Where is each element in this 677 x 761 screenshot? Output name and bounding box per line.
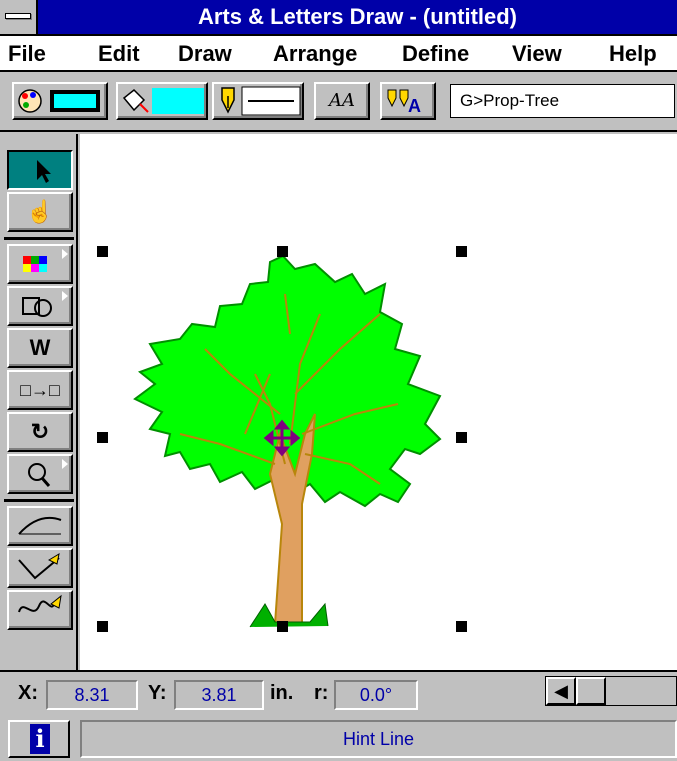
y-coordinate-field: 3.81 (174, 680, 264, 710)
menu-bar: File Edit Draw Arrange Define View Help (0, 36, 677, 72)
system-menu-button[interactable] (0, 0, 38, 34)
svg-text:A: A (408, 96, 421, 116)
fill-swatch (152, 88, 204, 114)
flyout-indicator (62, 459, 68, 469)
selection-handle[interactable] (456, 621, 467, 632)
type-style-button[interactable]: AA (314, 82, 370, 120)
x-coordinate-field: 8.31 (46, 680, 138, 710)
shapes-tool[interactable] (7, 286, 73, 326)
menu-define[interactable]: Define (402, 38, 469, 70)
toolbox-divider (4, 499, 74, 502)
rotation-field: 0.0° (334, 680, 418, 710)
pointer-tool[interactable] (7, 150, 73, 190)
bezier-curve-icon (9, 508, 71, 544)
symbol-name-field[interactable]: G>Prop-Tree (450, 84, 675, 118)
selection-handle[interactable] (97, 621, 108, 632)
drawing-canvas[interactable] (80, 134, 677, 670)
selection-handle[interactable] (97, 432, 108, 443)
scroll-left-arrow-icon[interactable]: ◀ (546, 677, 576, 705)
text-w-icon: W (29, 335, 51, 360)
arrow-pointer-icon (9, 152, 71, 188)
x-label: X: (18, 682, 38, 704)
menu-edit[interactable]: Edit (98, 38, 140, 70)
tree-clip-art[interactable] (80, 134, 677, 670)
menu-view[interactable]: View (512, 38, 562, 70)
window-title: Arts & Letters Draw - (untitled) (197, 4, 518, 29)
menu-file[interactable]: File (8, 38, 46, 70)
menu-draw[interactable]: Draw (178, 38, 232, 70)
title-bar: Arts & Letters Draw - (untitled) (0, 0, 677, 36)
toolbox: ☝ W □→□ ↻ (0, 134, 78, 670)
menu-help[interactable]: Help (609, 38, 657, 70)
line-style-button[interactable] (212, 82, 304, 120)
fill-button[interactable] (116, 82, 208, 120)
color-swatch (54, 94, 96, 108)
bezier-tool[interactable] (7, 506, 73, 546)
menu-arrange[interactable]: Arrange (273, 38, 357, 70)
rotation-label: r: (314, 682, 329, 704)
type-style-label: AA (329, 90, 355, 111)
flyout-indicator (62, 291, 68, 301)
freehand-pencil-icon (9, 592, 71, 628)
hint-line: Hint Line (80, 720, 677, 758)
rotate-icon: ↻ (30, 419, 50, 444)
scroll-thumb[interactable] (576, 677, 606, 705)
toolbar: AA A G>Prop-Tree (0, 72, 677, 132)
symbol-icon: A (387, 89, 421, 116)
pen-nib-icon (221, 86, 301, 116)
system-menu-icon (5, 13, 31, 19)
selection-handle[interactable] (97, 246, 108, 257)
selection-handle[interactable] (456, 246, 467, 257)
zoom-tool[interactable] (7, 454, 73, 494)
toolbox-divider (4, 237, 74, 240)
freehand-tool[interactable] (7, 590, 73, 630)
unit-label: in. (270, 682, 294, 704)
transform-icon: □→□ (20, 380, 60, 400)
pen-icon (9, 550, 71, 586)
y-label: Y: (148, 682, 167, 704)
fill-bucket-icon (122, 88, 204, 114)
selection-handle[interactable] (456, 432, 467, 443)
info-icon: i (30, 724, 50, 754)
selection-handle[interactable] (277, 621, 288, 632)
text-tool[interactable]: W (7, 328, 73, 368)
clip-art-tool[interactable] (7, 244, 73, 284)
flyout-indicator (62, 249, 68, 259)
hand-icon: ☝ (26, 199, 54, 224)
pen-tool[interactable] (7, 548, 73, 588)
selection-handle[interactable] (277, 246, 288, 257)
hand-tool[interactable]: ☝ (7, 192, 73, 232)
status-bar: X: 8.31 Y: 3.81 in. r: 0.0° ◀ i Hint Lin… (0, 670, 677, 761)
rotate-tool[interactable]: ↻ (7, 412, 73, 452)
transform-tool[interactable]: □→□ (7, 370, 73, 410)
palette-icon (18, 89, 100, 113)
color-palette-button[interactable] (12, 82, 108, 120)
info-button[interactable]: i (8, 720, 70, 758)
horizontal-scrollbar[interactable]: ◀ (545, 676, 677, 706)
symbol-button[interactable]: A (380, 82, 436, 120)
